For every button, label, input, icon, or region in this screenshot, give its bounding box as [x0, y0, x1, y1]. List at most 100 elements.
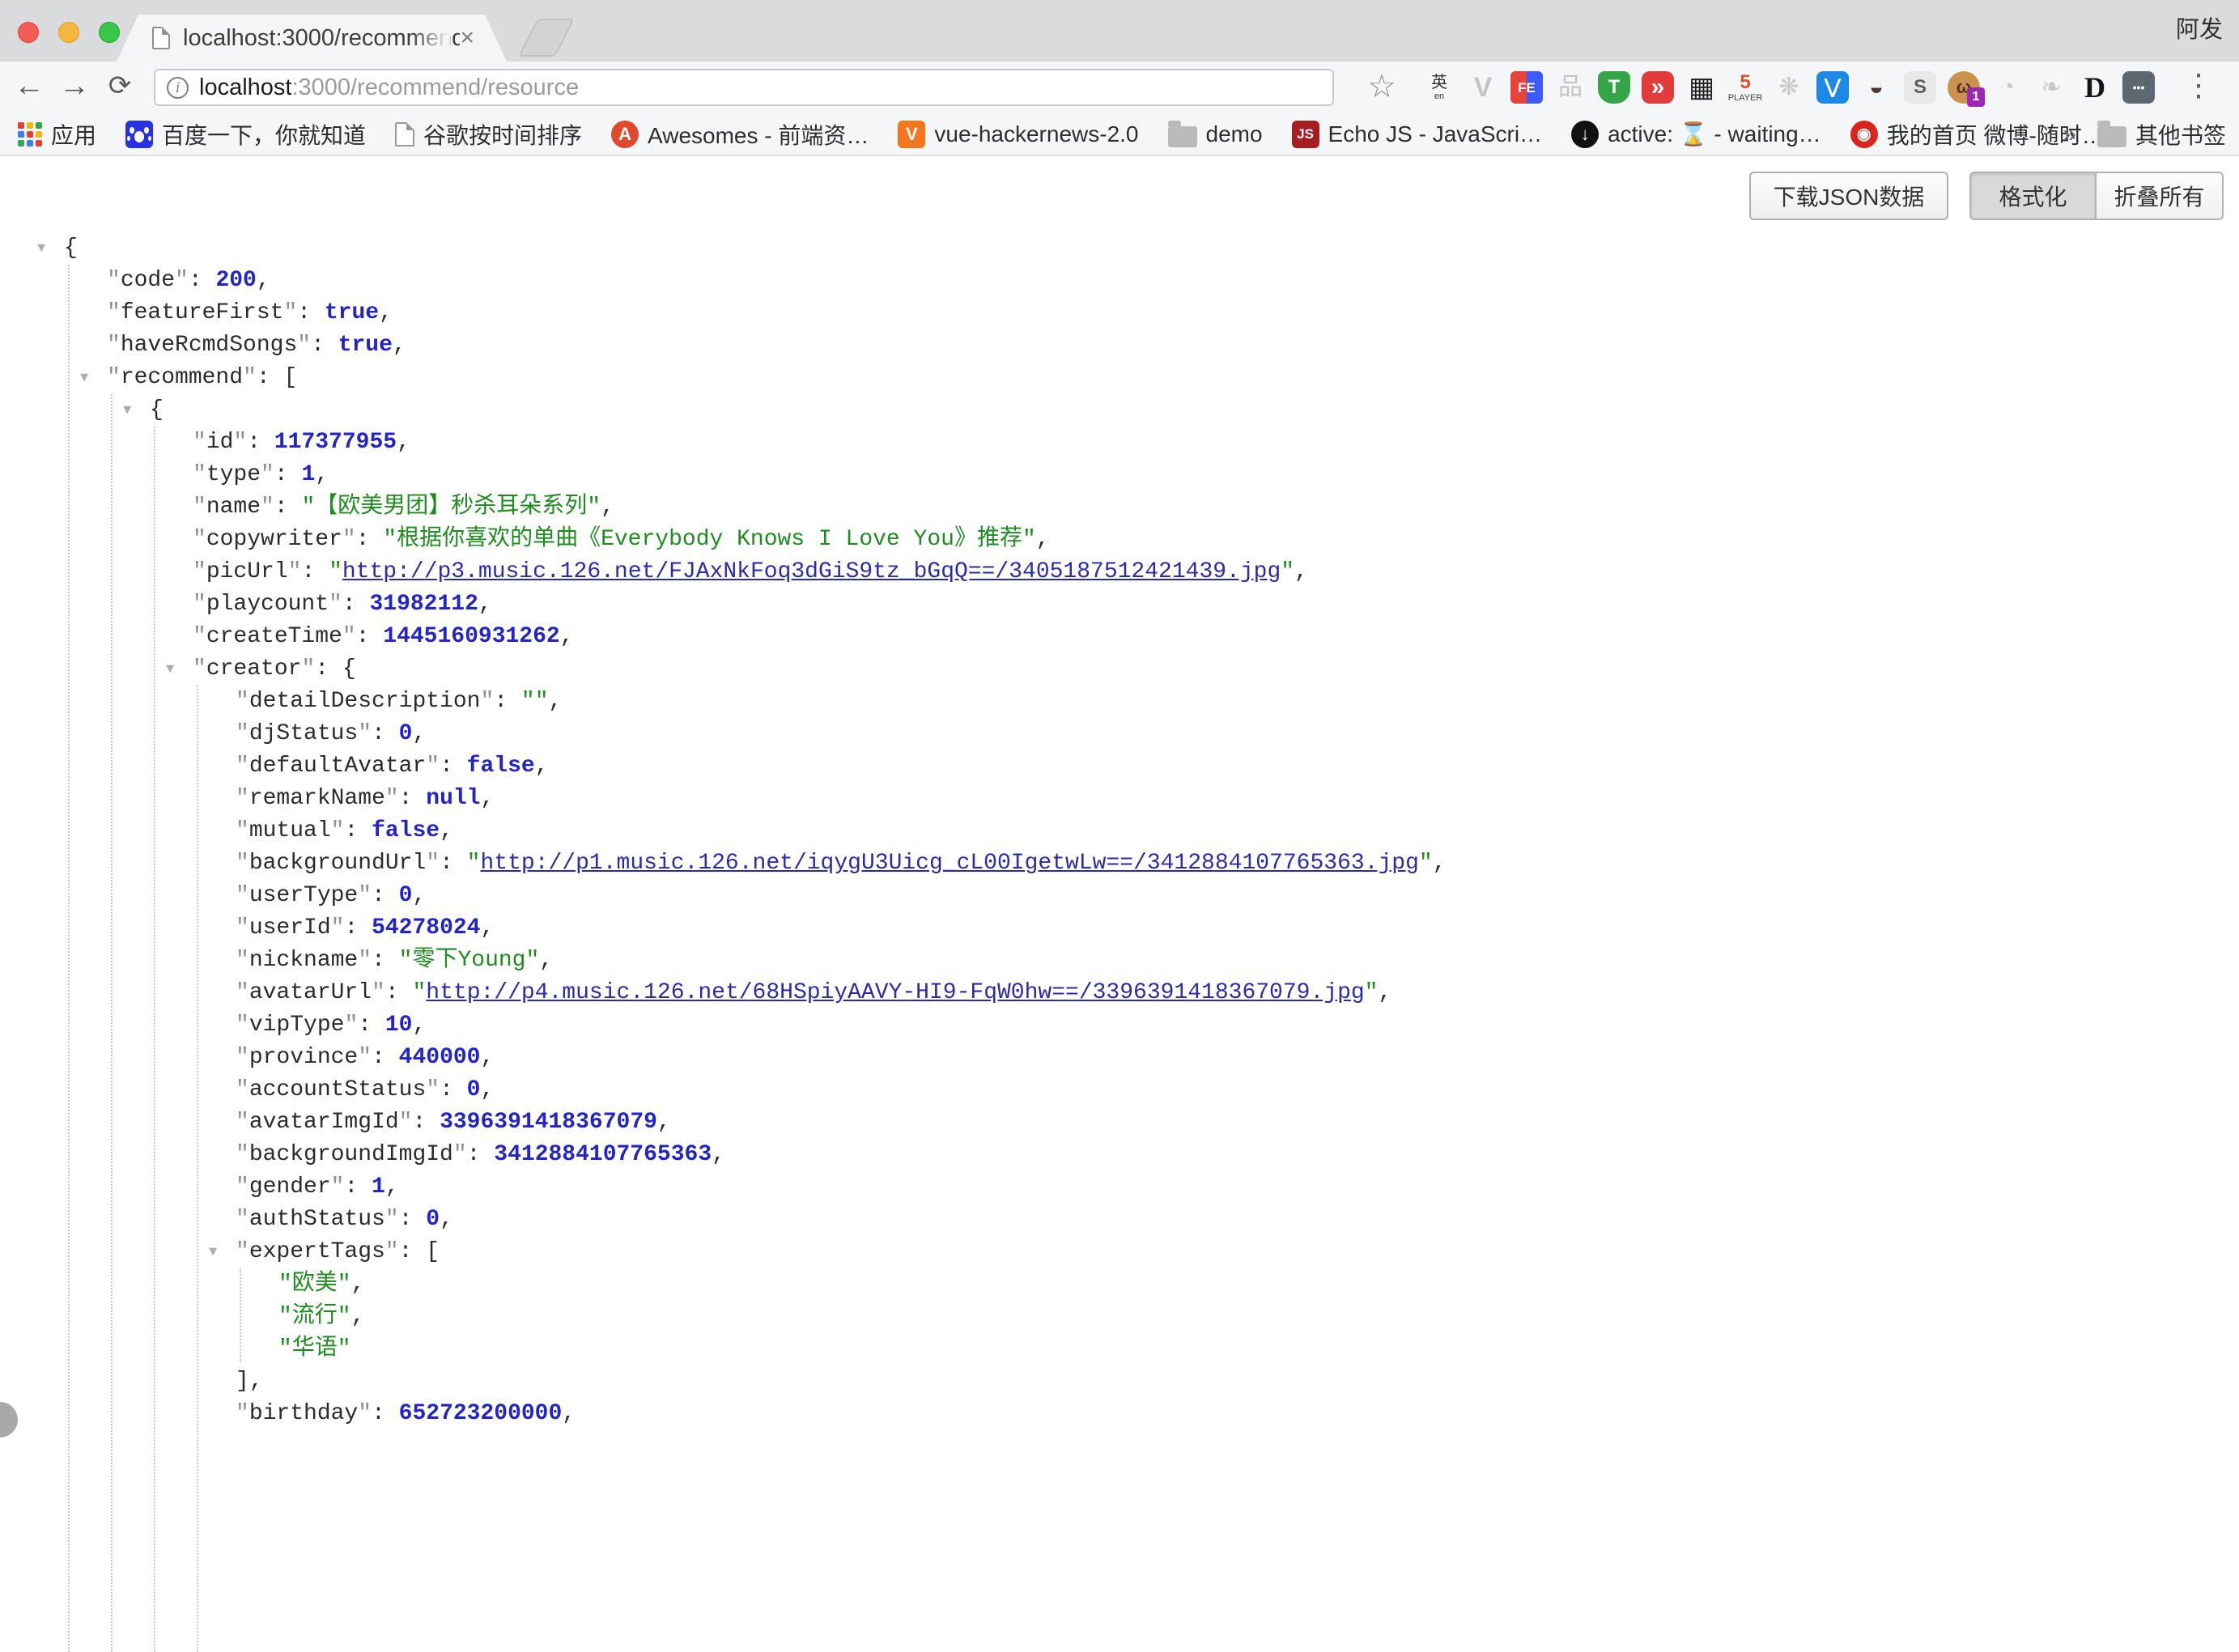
json-key: playcount: [206, 592, 329, 617]
json-key: type: [206, 462, 261, 487]
vue-devtools-extension-icon[interactable]: V: [1467, 71, 1499, 104]
json-key: id: [206, 430, 234, 455]
mask-extension-icon[interactable]: ◒: [1860, 71, 1893, 104]
tampermonkey-extension-icon[interactable]: ω1: [1948, 71, 1980, 104]
json-bracket: {: [150, 397, 164, 423]
json-key: expertTags: [249, 1239, 385, 1264]
fehelper-extension-icon[interactable]: FE: [1510, 71, 1543, 104]
json-literal-value: 10: [385, 1013, 413, 1038]
json-line: ▼"expertTags": [: [0, 1236, 2239, 1268]
other-bookmarks-label: 其他书签: [2135, 118, 2226, 151]
page-favicon-icon: [152, 27, 170, 49]
json-line: "vipType": 10,: [0, 1009, 2239, 1042]
html5-player-extension-icon-glyph: 5: [1740, 73, 1750, 92]
json-literal-value: 200: [215, 268, 256, 293]
password-card-extension-icon-glyph: •••: [2133, 82, 2145, 93]
bookmark-demo-folder[interactable]: demo: [1168, 121, 1263, 147]
tab-close-icon[interactable]: ×: [460, 26, 474, 50]
collapse-toggle-icon[interactable]: ▼: [123, 395, 131, 427]
bird-extension-icon[interactable]: ❧: [2035, 71, 2067, 104]
bookmark-demo-folder-label: demo: [1206, 121, 1263, 147]
green-shield-extension-icon[interactable]: T: [1598, 71, 1630, 104]
fast-forward-extension-icon[interactable]: »: [1642, 71, 1674, 104]
vue-devtools-extension-icon-glyph: V: [1474, 74, 1493, 101]
bookmark-vue-hackernews-label: vue-hackernews-2.0: [934, 121, 1138, 147]
other-bookmarks-folder[interactable]: 其他书签: [2097, 118, 2226, 151]
blue-v-extension-icon[interactable]: ⋁: [1816, 71, 1849, 104]
indent-guide: [68, 265, 70, 1652]
json-bracket: {: [64, 236, 78, 261]
sitemap-extension-icon[interactable]: 品: [1554, 71, 1587, 104]
reload-icon[interactable]: ⟳: [102, 62, 138, 113]
browser-profile-name[interactable]: 阿发: [2176, 11, 2223, 45]
bookmark-apps-label: 应用: [51, 118, 96, 151]
d-extension-icon-glyph: D: [2084, 73, 2105, 102]
bookmark-google-sort[interactable]: 谷歌按时间排序: [395, 118, 582, 151]
json-line: "featureFirst": true,: [0, 297, 2239, 329]
traffic-lights: [18, 22, 120, 43]
paw-extension-icon-glyph: ❋: [1778, 75, 1799, 100]
bookmark-baidu-label: 百度一下，你就知道: [162, 118, 366, 151]
html5-player-extension-icon[interactable]: 5PLAYER: [1729, 71, 1761, 104]
bookmark-awesomes[interactable]: AAwesomes - 前端资…: [611, 118, 869, 151]
json-line: "copywriter": "根据你喜欢的单曲《Everybody Knows …: [0, 524, 2239, 556]
json-line: ▼"creator": {: [0, 653, 2239, 686]
json-string-value: "华语": [278, 1336, 351, 1361]
json-url-link[interactable]: http://p1.music.126.net/iqygU3Uicg_cL00I…: [480, 851, 1418, 876]
json-literal-value: 54278024: [372, 915, 480, 941]
bookmark-vue-hackernews[interactable]: Vvue-hackernews-2.0: [898, 121, 1138, 148]
json-string-value: "": [521, 689, 549, 714]
collapse-toggle-icon[interactable]: ▼: [37, 233, 45, 265]
json-key: backgroundUrl: [249, 851, 426, 876]
bookmark-star-icon[interactable]: ☆: [1362, 62, 1402, 113]
s-extension-icon[interactable]: S: [1904, 71, 1936, 104]
translate-extension-icon[interactable]: 英en: [1423, 71, 1455, 104]
collapse-toggle-icon[interactable]: ▼: [80, 363, 88, 395]
s-extension-icon-glyph: S: [1914, 78, 1927, 97]
close-window-button[interactable]: [18, 22, 39, 43]
zoom-window-button[interactable]: [99, 22, 120, 43]
minimize-window-button[interactable]: [58, 22, 79, 43]
json-literal-value: 0: [399, 721, 413, 746]
json-url-link[interactable]: http://p3.music.126.net/FJAxNkFoq3dGiS9t…: [342, 559, 1281, 584]
bookmark-baidu[interactable]: 百度一下，你就知道: [125, 118, 366, 151]
format-button[interactable]: 格式化: [1969, 172, 2097, 220]
extensions-strip: 英en V FE 品T » ▦ 5PLAYER ❋ ⋁ ◒ Sω1 ◔ ❧ D •••: [1423, 71, 2155, 104]
bookmark-weibo-home-icon: ◉: [1850, 121, 1878, 148]
weibo-extension-icon[interactable]: ◔: [1991, 71, 2024, 104]
back-icon[interactable]: ←: [11, 62, 47, 113]
bookmark-echo-js[interactable]: JSEcho JS - JavaScri…: [1292, 121, 1543, 148]
collapse-toggle-icon[interactable]: ▼: [209, 1237, 217, 1269]
json-line: "欧美",: [0, 1268, 2239, 1301]
forward-icon[interactable]: →: [57, 62, 92, 113]
bookmarks-overflow-icon[interactable]: »: [2063, 121, 2076, 148]
indent-guide: [197, 686, 198, 1652]
browser-tab[interactable]: localhost:3000/recommend/re ×: [117, 15, 507, 62]
json-key: createTime: [206, 624, 342, 649]
qrcode-extension-icon[interactable]: ▦: [1685, 71, 1718, 104]
address-bar[interactable]: i localhost:3000/recommend/resource: [154, 69, 1334, 106]
sitemap-extension-icon-glyph: 品: [1558, 75, 1583, 100]
chrome-menu-icon[interactable]: ⋮: [2181, 62, 2216, 113]
json-line: "code": 200,: [0, 265, 2239, 297]
bird-extension-icon-glyph: ❧: [2041, 75, 2061, 100]
collapse-toggle-icon[interactable]: ▼: [166, 654, 174, 686]
json-key: nickname: [249, 948, 358, 973]
new-tab-button[interactable]: [518, 19, 575, 57]
weibo-extension-icon-glyph: ◔: [2000, 75, 2015, 100]
bookmark-active[interactable]: ↓active: ⌛ - waiting…: [1571, 121, 1821, 148]
paw-extension-icon[interactable]: ❋: [1773, 71, 1805, 104]
bookmark-awesomes-icon: A: [611, 121, 639, 148]
json-literal-value: 3396391418367079: [440, 1110, 657, 1135]
page-info-icon[interactable]: i: [167, 77, 189, 99]
download-json-button[interactable]: 下载JSON数据: [1749, 172, 1948, 220]
collapse-all-button[interactable]: 折叠所有: [2097, 172, 2224, 220]
json-line: "nickname": "零下Young",: [0, 945, 2239, 977]
password-card-extension-icon[interactable]: •••: [2122, 71, 2155, 104]
json-url-link[interactable]: http://p4.music.126.net/68HSpiyAAVY-HI9-…: [426, 980, 1364, 1005]
json-key: userType: [249, 883, 358, 908]
bookmark-apps[interactable]: 应用: [18, 118, 96, 151]
d-extension-icon[interactable]: D: [2079, 71, 2111, 104]
json-line: "detailDescription": "",: [0, 686, 2239, 718]
json-line: "type": 1,: [0, 459, 2239, 491]
